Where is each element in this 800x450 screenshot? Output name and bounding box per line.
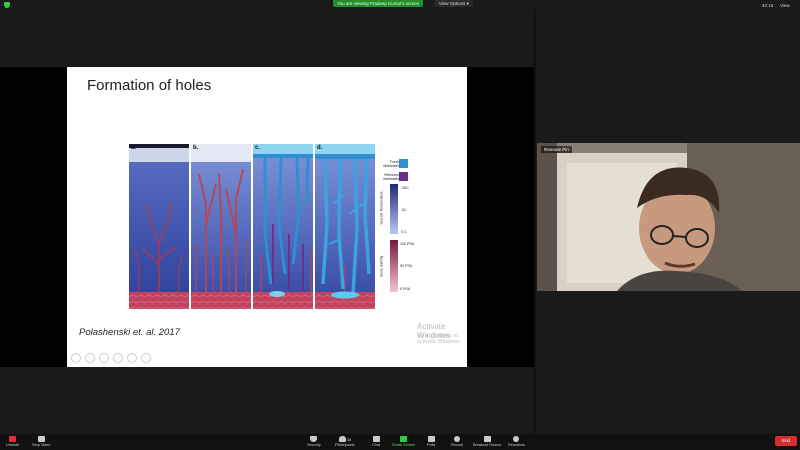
smiley-icon [513,436,520,442]
next-slide-icon[interactable] [85,353,95,363]
screen-share-banner: You are viewing Pradeep Kumar's screen [333,0,424,7]
legend-refrozen-meltwater: Refrozen Meltwater [383,173,399,181]
slide-navigation [71,353,151,363]
windows-activation-subtext: Go to Settings to activate Windows. [417,333,462,345]
reactions-button[interactable]: Reactions [508,436,525,447]
stop-video-button[interactable]: Stop Video [32,436,51,447]
people-icon [338,436,346,442]
chat-button[interactable]: Chat [372,436,380,447]
salinity-axis-label: Brine Salinity [379,255,384,277]
participant-video[interactable] [537,143,800,291]
figure-svg [129,144,408,309]
panel-label-d: d. [317,145,323,151]
temp-tick-mid: -5C [401,208,407,212]
panel-d [315,144,375,309]
participants-label: Participants [335,443,355,447]
previous-slide-icon[interactable] [71,353,81,363]
pen-icon[interactable] [99,353,109,363]
participants-icon-group: 38 [338,436,352,443]
salinity-tick-bottom: 0 PSU [400,287,411,291]
record-icon [454,436,461,442]
reactions-label: Reactions [508,443,525,447]
record-button[interactable]: Record [451,436,463,447]
video-camera-icon [37,436,45,442]
presentation-slide: Formation of holes a. b. c. d. Fresh Mel… [67,67,467,367]
shield-icon [310,436,318,442]
share-screen-arrow-icon [400,436,408,442]
panel-a [129,144,189,309]
panel-label-a: a. [131,145,137,151]
breakout-rooms-label: Breakout Rooms [473,443,502,447]
security-label: Security [307,443,321,447]
participants-count: 38 [346,437,352,442]
unmute-button[interactable]: Unmute [6,436,19,447]
temp-tick-top: -20C [401,186,409,190]
stop-video-label: Stop Video [32,443,51,447]
temperature-axis-label: Sea Ice Temperature [379,191,384,225]
bar-chart-icon [427,436,435,442]
slide-citation: Polashenski et. al. 2017 [79,327,180,338]
temp-tick-bottom: 0 C [401,230,407,234]
panel-c [253,144,313,309]
salinity-tick-top: 100 PSU [400,242,415,246]
melt-pond-figure: a. b. c. d. Fresh Meltwater Refrozen Mel… [129,144,419,319]
panel-divider[interactable] [534,10,536,434]
participant-video-frame [537,143,800,291]
breakout-rooms-button[interactable]: Breakout Rooms [473,436,501,447]
security-button[interactable]: Security [307,436,321,447]
refrozen-meltwater-swatch [399,172,408,181]
polls-label: Polls [427,443,436,447]
legend-fresh-meltwater: Fresh Meltwater [383,160,399,168]
zoom-icon[interactable] [127,353,137,363]
slide-title: Formation of holes [87,77,212,94]
panel-label-c: c. [255,145,261,151]
polls-button[interactable]: Polls [427,436,435,447]
shield-icon[interactable] [4,2,10,8]
chat-label: Chat [372,443,381,447]
panel-b [191,144,251,309]
view-button[interactable]: View [780,3,790,8]
more-options-icon[interactable] [141,353,151,363]
grid-icon [483,436,491,442]
chat-bubble-icon [372,436,380,442]
microphone-muted-icon [9,436,17,442]
end-meeting-button[interactable]: End [775,436,797,446]
fresh-meltwater-swatch [399,159,408,168]
share-screen-button[interactable]: Share Screen [392,436,415,447]
salinity-colorbar [390,240,398,292]
see-all-slides-icon[interactable] [113,353,123,363]
participant-name-label: Ramone Pin [541,146,572,153]
meeting-timer: 42:16 [762,3,774,8]
unmute-label: Unmute [6,443,20,447]
record-label: Record [451,443,464,447]
participants-button[interactable]: 38 Participants [335,436,355,447]
view-options-button[interactable]: View Options ▾ [435,0,473,7]
panel-label-b: b. [193,145,199,151]
share-screen-label: Share Screen [392,443,416,447]
salinity-tick-mid: 50 PSU [400,264,413,268]
temperature-colorbar [390,184,398,234]
